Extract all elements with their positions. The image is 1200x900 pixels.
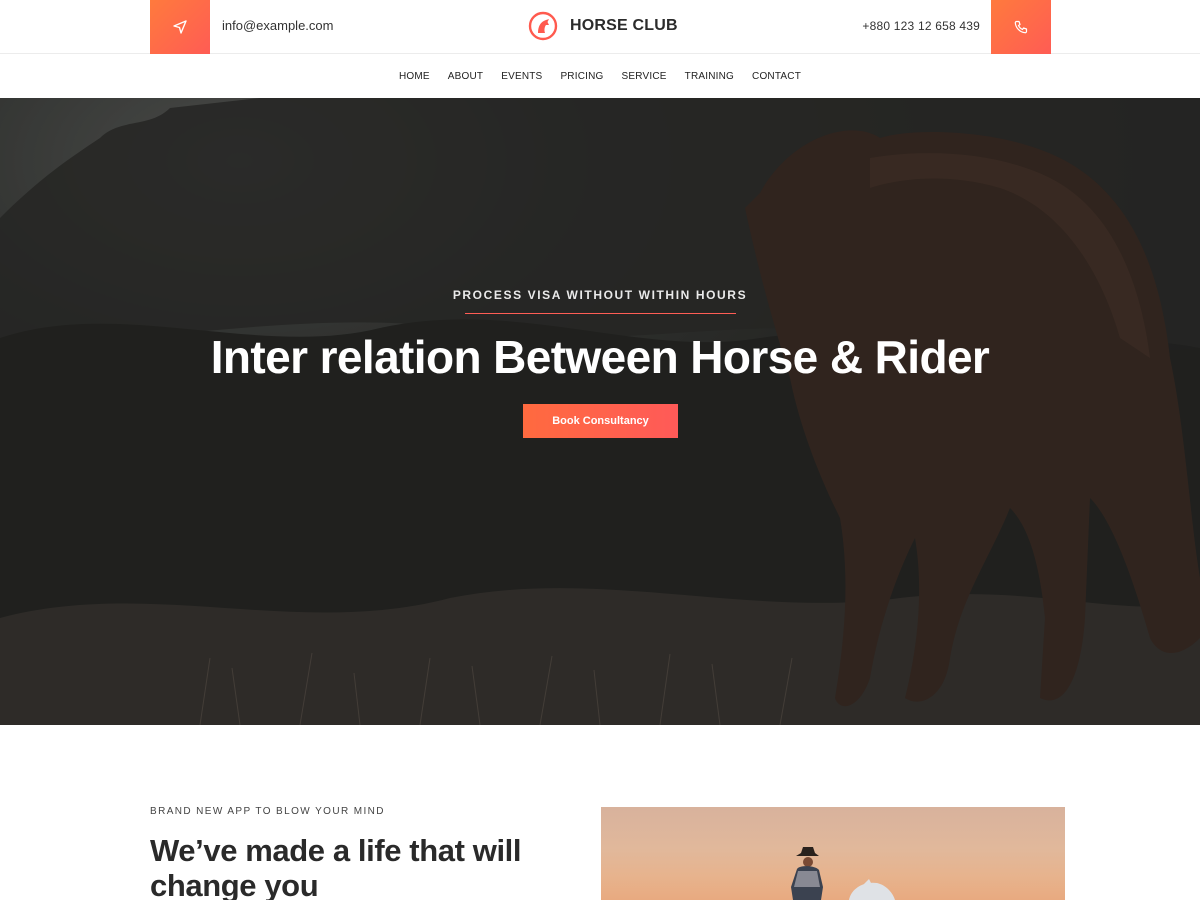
rider-sunset-image	[601, 807, 1065, 900]
call-button[interactable]	[991, 0, 1051, 54]
horse-logo-icon	[528, 11, 558, 41]
email-link[interactable]: info@example.com	[222, 18, 333, 33]
hero-kicker: PROCESS VISA WITHOUT WITHIN HOURS	[452, 288, 748, 302]
hero-title: Inter relation Between Horse & Rider	[210, 331, 990, 383]
top-bar: info@example.com HORSE CLUB +880 123 12 …	[0, 0, 1200, 54]
nav-contact[interactable]: CONTACT	[752, 71, 801, 82]
logo-text: HORSE CLUB	[570, 17, 678, 34]
intro-kicker: BRAND NEW APP TO BLOW YOUR MIND	[150, 806, 385, 817]
rider-silhouette	[791, 847, 895, 900]
phone-number[interactable]: +880 123 12 658 439	[862, 19, 980, 33]
nav-pricing[interactable]: PRICING	[560, 71, 603, 82]
nav-service[interactable]: SERVICE	[622, 71, 667, 82]
hero-section: PROCESS VISA WITHOUT WITHIN HOURS Inter …	[0, 98, 1200, 725]
paper-plane-icon	[173, 20, 187, 34]
book-consultancy-button[interactable]: Book Consultancy	[523, 404, 678, 438]
phone-icon	[1014, 20, 1028, 34]
nav-events[interactable]: EVENTS	[501, 71, 542, 82]
hero-divider	[465, 313, 736, 314]
main-nav: HOME ABOUT EVENTS PRICING SERVICE TRAINI…	[0, 55, 1200, 98]
logo[interactable]: HORSE CLUB	[528, 10, 678, 42]
send-button[interactable]	[150, 0, 210, 54]
nav-training[interactable]: TRAINING	[685, 71, 734, 82]
intro-title: We’ve made a life that will change you	[150, 833, 522, 900]
nav-about[interactable]: ABOUT	[448, 71, 483, 82]
nav-home[interactable]: HOME	[399, 71, 430, 82]
